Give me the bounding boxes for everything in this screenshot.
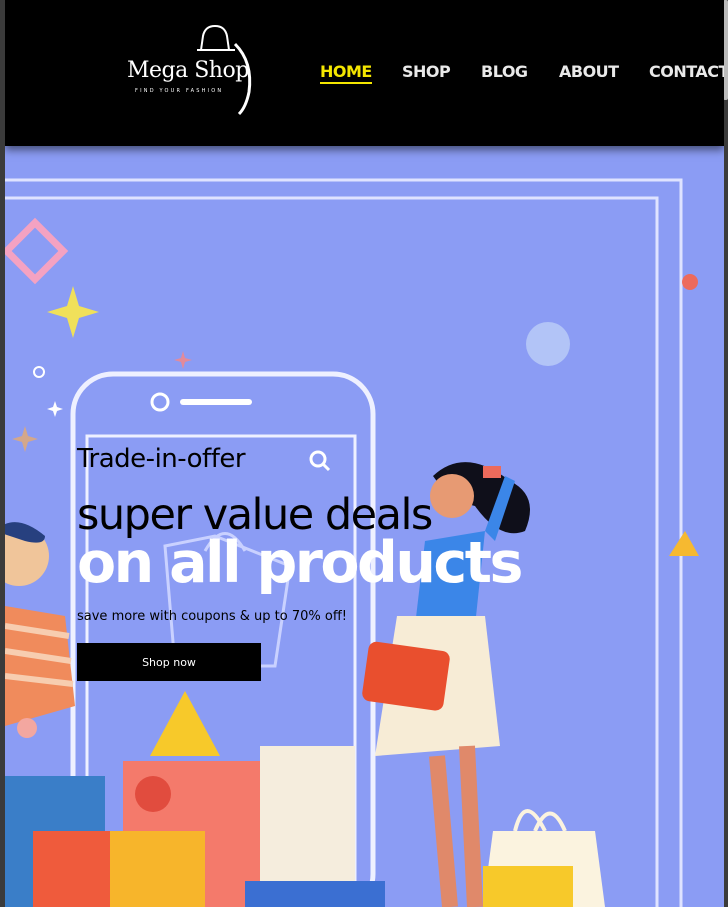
hero-pretitle: Trade-in-offer xyxy=(77,444,246,474)
page-frame: Mega Shop FIND YOUR FASHION HOME SHOP BL… xyxy=(5,0,724,907)
hero-subtitle: save more with coupons & up to 70% off! xyxy=(77,609,347,624)
nav-contact[interactable]: CONTACT xyxy=(649,62,724,81)
nav-blog[interactable]: BLOG xyxy=(481,62,528,81)
nav-home[interactable]: HOME xyxy=(320,62,372,84)
nav-shop[interactable]: SHOP xyxy=(402,62,451,81)
site-header: Mega Shop FIND YOUR FASHION HOME SHOP BL… xyxy=(5,0,724,146)
site-logo[interactable]: Mega Shop FIND YOUR FASHION xyxy=(123,20,263,120)
page-scrollbar[interactable] xyxy=(723,0,728,907)
logo-title: Mega Shop xyxy=(127,58,249,83)
nav-about[interactable]: ABOUT xyxy=(559,62,619,81)
logo-tagline: FIND YOUR FASHION xyxy=(135,88,224,94)
hero-title-line2: on all products xyxy=(77,530,523,596)
shop-now-button[interactable]: Shop now xyxy=(77,643,261,681)
